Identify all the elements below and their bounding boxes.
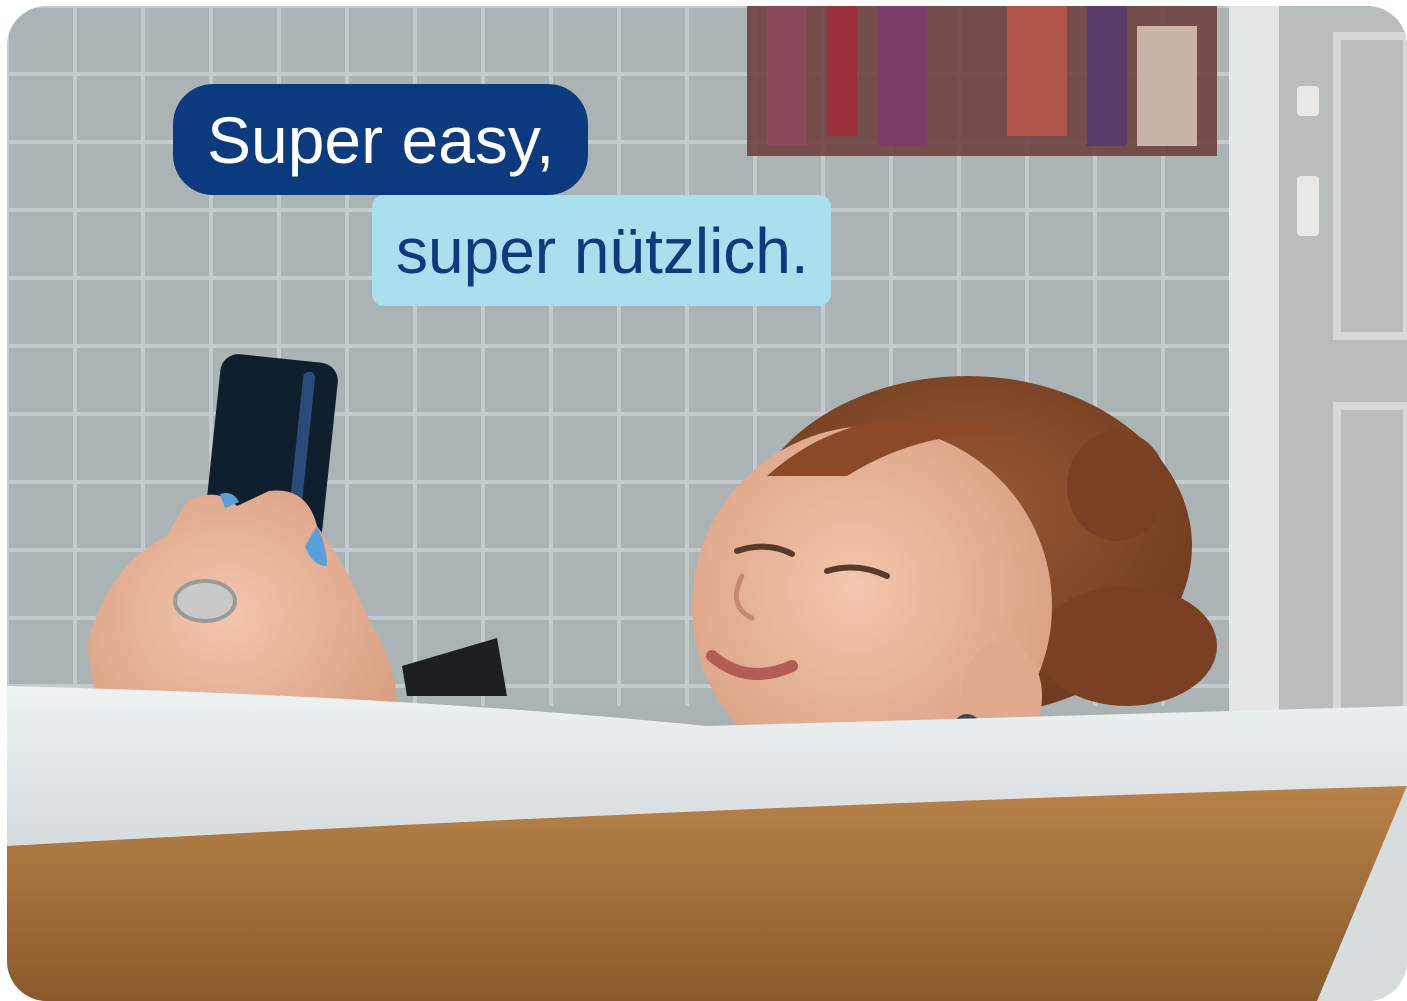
headline-line-1: Super easy, [173, 84, 589, 195]
headline-line-1-text: Super easy, [207, 102, 555, 177]
headline-line-2-text: super nützlich. [396, 214, 809, 287]
ring [173, 579, 237, 623]
headline-line-2: super nützlich. [372, 195, 831, 306]
door-frame [1229, 6, 1279, 726]
